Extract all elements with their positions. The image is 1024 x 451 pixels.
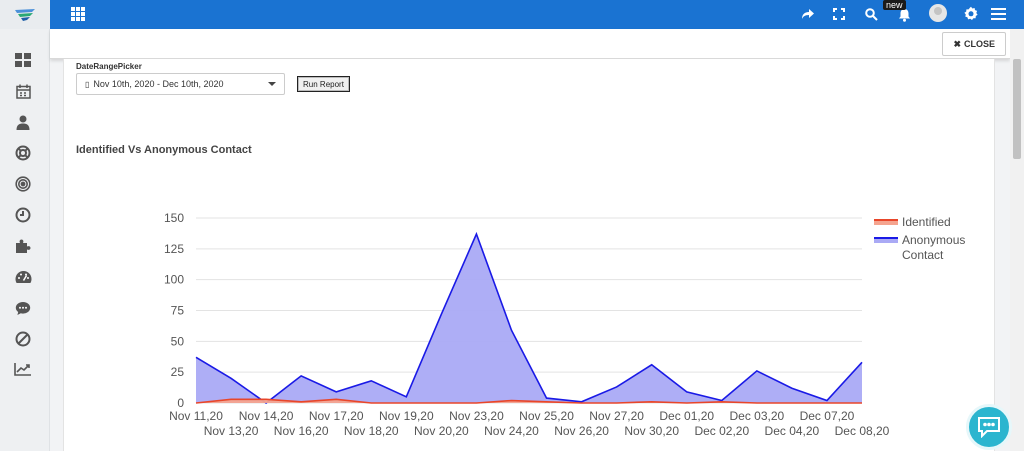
legend-label: Contact: [902, 248, 944, 262]
scrollbar[interactable]: [1010, 29, 1024, 451]
y-tick-label: 100: [164, 273, 184, 287]
legend-label: Anonymous: [902, 233, 965, 247]
puzzle-icon[interactable]: [13, 236, 33, 256]
x-tick-label: Nov 17,20: [309, 409, 364, 423]
x-tick-label: Nov 27,20: [589, 409, 644, 423]
close-bar: ✖ CLOSE: [50, 29, 1010, 59]
y-tick-label: 50: [171, 334, 185, 348]
x-tick-label: Dec 02,20: [694, 424, 749, 438]
logo-icon: [15, 8, 35, 21]
x-tick-label: Nov 23,20: [449, 409, 504, 423]
app-logo[interactable]: [0, 0, 50, 29]
x-tick-label: Nov 20,20: [414, 424, 469, 438]
dashboard-icon[interactable]: [13, 50, 33, 70]
x-tick-label: Nov 16,20: [274, 424, 329, 438]
x-tick-label: Dec 03,20: [729, 409, 784, 423]
ban-icon[interactable]: [13, 329, 33, 349]
x-tick-label: Nov 30,20: [624, 424, 679, 438]
avatar[interactable]: [929, 4, 947, 22]
x-tick-label: Dec 04,20: [765, 424, 820, 438]
legend-label: Identified: [902, 215, 951, 229]
scrollbar-thumb[interactable]: [1013, 59, 1021, 159]
fullscreen-icon[interactable]: [831, 4, 847, 24]
x-tick-label: Dec 07,20: [800, 409, 855, 423]
new-badge: new: [883, 0, 906, 10]
chat-widget-button[interactable]: [966, 404, 1012, 450]
area-chart: 0 25 50 75 100 125 150 Nov 11,20Nov 13,20Nov 14…: [164, 211, 965, 438]
search-icon[interactable]: [863, 4, 879, 24]
x-tick-label: Nov 14,20: [239, 409, 294, 423]
x-tick-label: Dec 01,20: [659, 409, 714, 423]
x-tick-label: Nov 11,20: [169, 409, 223, 423]
y-tick-label: 125: [164, 242, 184, 256]
lifebuoy-icon[interactable]: [13, 143, 33, 163]
close-icon: ✖: [953, 38, 961, 49]
calendar-icon[interactable]: [13, 81, 33, 101]
clock-icon[interactable]: [13, 205, 33, 225]
x-tick-label: Dec 08,20: [835, 424, 890, 438]
menu-icon[interactable]: [990, 4, 1006, 24]
x-tick-label: Nov 26,20: [554, 424, 609, 438]
chat-bubble-icon: [978, 417, 1000, 438]
y-tick-label: 25: [171, 365, 185, 379]
share-icon[interactable]: [800, 4, 816, 24]
series-area-1: [196, 234, 862, 403]
user-icon[interactable]: [13, 112, 33, 132]
apps-icon[interactable]: [71, 7, 85, 21]
x-tick-label: Nov 24,20: [484, 424, 539, 438]
y-tick-label: 150: [164, 211, 184, 225]
top-bar: new: [0, 0, 1024, 29]
chat-icon[interactable]: [13, 298, 33, 318]
x-tick-label: Nov 18,20: [344, 424, 399, 438]
report-panel: DateRangePicker ▯ Nov 10th, 2020 - Dec 1…: [63, 59, 995, 451]
speedometer-icon[interactable]: [13, 267, 33, 287]
close-button[interactable]: ✖ CLOSE: [942, 32, 1006, 56]
trend-chart-icon[interactable]: [13, 359, 33, 379]
close-button-label: CLOSE: [963, 39, 995, 49]
gear-icon[interactable]: [962, 4, 979, 24]
x-tick-label: Nov 19,20: [379, 409, 434, 423]
x-tick-label: Nov 13,20: [204, 424, 259, 438]
sidebar: [0, 29, 50, 451]
y-tick-label: 0: [177, 396, 184, 410]
target-icon[interactable]: [13, 174, 33, 194]
y-tick-label: 75: [171, 304, 185, 318]
x-tick-label: Nov 25,20: [519, 409, 574, 423]
